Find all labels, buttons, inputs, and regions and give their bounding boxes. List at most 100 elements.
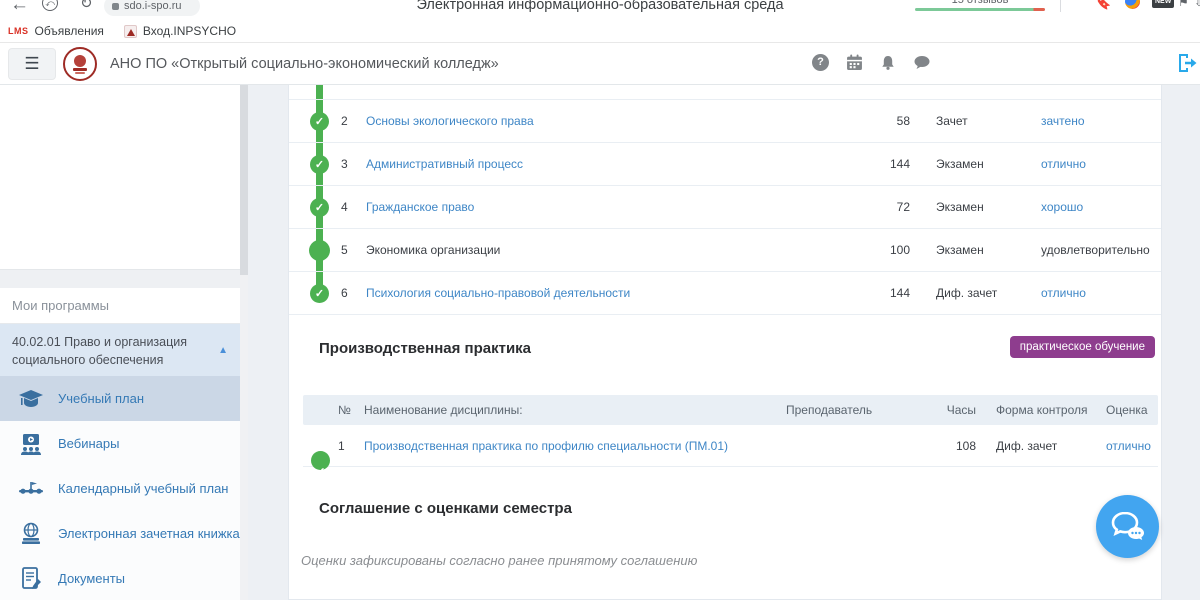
check-circle-icon: ✓ — [311, 437, 330, 456]
browser-chrome: ← ⤺ ↻ Электронная информационно-образова… — [0, 0, 1200, 20]
chat-fab-button[interactable] — [1096, 495, 1159, 558]
app-header: ☰ АНО ПО «Открытый социально-экономическ… — [0, 43, 1200, 85]
grade-value: удовлетворительно — [1041, 243, 1150, 257]
url-text: sdo.i-spo.ru — [124, 0, 181, 12]
practice-subject-link[interactable]: Производственная практика по профилю спе… — [364, 439, 728, 453]
grade-link[interactable]: отлично — [1106, 439, 1151, 453]
program-name: 40.02.01 Право и организация социального… — [12, 335, 187, 367]
download-icon[interactable]: ⇩ — [1194, 0, 1200, 9]
header-icons: ? — [812, 54, 931, 71]
sidebar-item-label: Документы — [58, 571, 125, 586]
table-row: ✓ 4 Гражданское право 72 Экзамен хорошо — [289, 186, 1161, 229]
check-circle-icon: ✓ — [310, 198, 329, 217]
calendar-icon[interactable] — [846, 54, 863, 71]
new-badge[interactable]: NEW — [1152, 0, 1174, 8]
sidebar-item-label: Вебинары — [58, 436, 119, 451]
col-header-name: Наименование дисциплины: — [364, 403, 523, 417]
site-info-icon[interactable] — [112, 3, 119, 10]
subject-link[interactable]: Основы экологического права — [366, 114, 534, 128]
col-header-number: № — [338, 403, 351, 417]
document-pencil-icon — [16, 564, 46, 594]
hours-value: 144 — [865, 157, 910, 171]
college-logo — [62, 46, 98, 82]
table-row: ✓ 3 Административный процесс 144 Экзамен… — [289, 143, 1161, 186]
grade-link[interactable]: хорошо — [1041, 200, 1083, 214]
bookmark-label: Объявления — [35, 24, 104, 38]
bell-icon[interactable] — [880, 54, 896, 71]
gradebook-icon — [16, 519, 46, 549]
sidebar-scrollbar[interactable] — [240, 85, 248, 600]
control-form: Зачет — [936, 114, 968, 128]
chat-icon[interactable] — [913, 54, 931, 71]
toolbar-divider — [1060, 0, 1061, 12]
practice-table: № Наименование дисциплины: Преподаватель… — [303, 395, 1158, 467]
subject-link[interactable]: Гражданское право — [366, 200, 474, 214]
row-number: 2 — [341, 114, 348, 128]
extension-reviews-badge[interactable]: 15 отзывов — [915, 0, 1045, 11]
flag-icon[interactable]: ⚑ — [1178, 0, 1189, 9]
control-form: Экзамен — [936, 243, 984, 257]
table-row: ✓ 6 Психология социально-правовой деятел… — [289, 272, 1161, 315]
check-circle-icon: ✓ — [310, 112, 329, 131]
control-form: Диф. зачет — [996, 439, 1057, 453]
menu-toggle-button[interactable]: ☰ — [8, 48, 56, 80]
row-number: 3 — [341, 157, 348, 171]
sidebar-item-gradebook[interactable]: Электронная зачетная книжка — [0, 511, 240, 556]
row-number: 4 — [341, 200, 348, 214]
help-icon[interactable]: ? — [812, 54, 829, 71]
sidebar: Мои программы 40.02.01 Право и организац… — [0, 85, 248, 600]
bookmarks-bar: LMS Объявления Вход.INPSYCHO — [0, 20, 1200, 43]
address-bar[interactable]: sdo.i-spo.ru — [104, 0, 200, 16]
check-circle-icon: ✓ — [310, 284, 329, 303]
agreement-section-heading: Соглашение с оценками семестра — [319, 500, 572, 517]
subject-link[interactable]: Психология социально-правовой деятельнос… — [366, 286, 630, 300]
chevron-up-icon: ▲ — [218, 344, 228, 359]
practice-table-header: № Наименование дисциплины: Преподаватель… — [303, 395, 1158, 425]
sidebar-scrollbar-thumb[interactable] — [240, 85, 248, 275]
table-row-partial — [289, 85, 1161, 100]
grade-link[interactable]: отлично — [1041, 286, 1086, 300]
sidebar-item-webinars[interactable]: Вебинары — [0, 421, 240, 466]
hours-value: 108 — [936, 439, 976, 453]
control-form: Диф. зачет — [936, 286, 997, 300]
bookmark-item-announcements[interactable]: LMS Объявления — [8, 24, 104, 38]
milestones-icon — [16, 474, 46, 504]
organization-name: АНО ПО «Открытый социально-экономический… — [110, 56, 499, 72]
screen: ← ⤺ ↻ Электронная информационно-образова… — [0, 0, 1200, 600]
lms-logo-icon: LMS — [8, 26, 29, 36]
webinar-icon — [16, 429, 46, 459]
subject-name: Экономика организации — [366, 243, 500, 257]
sidebar-item-label: Электронная зачетная книжка — [58, 526, 240, 541]
row-number: 6 — [341, 286, 348, 300]
sidebar-item-curriculum[interactable]: Учебный план — [0, 376, 240, 421]
emblem-icon — [124, 25, 137, 38]
sidebar-nav: Учебный план Вебинары Календарный учебны… — [0, 376, 240, 600]
col-header-hours: Часы — [936, 403, 976, 417]
sidebar-divider — [0, 270, 240, 288]
sidebar-program-toggle[interactable]: 40.02.01 Право и организация социального… — [0, 324, 240, 376]
grade-link[interactable]: зачтено — [1041, 114, 1085, 128]
chat-bubbles-icon — [1109, 510, 1147, 544]
hours-value: 72 — [865, 200, 910, 214]
bookmark-icon[interactable]: 🔖 — [1095, 0, 1111, 11]
grade-link[interactable]: отлично — [1041, 157, 1086, 171]
subject-link[interactable]: Административный процесс — [366, 157, 523, 171]
bookmark-label: Вход.INPSYCHO — [143, 24, 236, 38]
graduation-cap-icon — [16, 384, 46, 414]
bookmark-item-inpsycho[interactable]: Вход.INPSYCHO — [124, 24, 236, 38]
table-row: ✓ 2 Основы экологического права 58 Зачет… — [289, 100, 1161, 143]
sidebar-item-label: Учебный план — [58, 391, 144, 406]
practical-training-badge[interactable]: практическое обучение — [1010, 336, 1155, 358]
pending-dot-icon — [310, 241, 329, 260]
curriculum-panel: ✓ 2 Основы экологического права 58 Зачет… — [288, 85, 1162, 600]
table-row: 5 Экономика организации 100 Экзамен удов… — [289, 229, 1161, 272]
subjects-table: ✓ 2 Основы экологического права 58 Зачет… — [289, 100, 1161, 315]
practice-section-heading: Производственная практика — [319, 340, 531, 357]
reviews-rating-bar — [915, 8, 1045, 11]
logout-icon[interactable] — [1176, 52, 1198, 74]
control-form: Экзамен — [936, 200, 984, 214]
col-header-control: Форма контроля — [996, 403, 1088, 417]
sidebar-item-documents[interactable]: Документы — [0, 556, 240, 600]
col-header-teacher: Преподаватель — [786, 403, 872, 417]
sidebar-item-calendar-plan[interactable]: Календарный учебный план — [0, 466, 240, 511]
